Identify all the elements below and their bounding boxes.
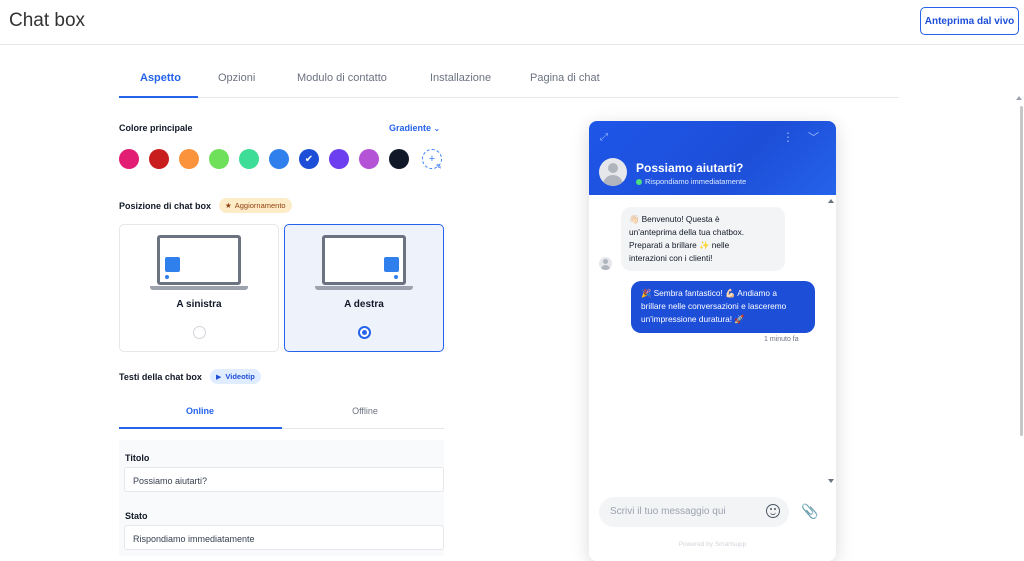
tab-installazione[interactable]: Installazione bbox=[430, 72, 491, 84]
upgrade-badge-label: Aggiornamento bbox=[234, 201, 286, 210]
settings-tabs: Aspetto Opzioni Modulo di contatto Insta… bbox=[119, 60, 899, 98]
paperclip-icon[interactable]: 📎 bbox=[801, 503, 818, 520]
user-message: 🎉 Sembra fantastico! 💪🏻 Andiamo a brilla… bbox=[631, 281, 815, 333]
color-swatch[interactable] bbox=[179, 149, 199, 169]
chat-scroll-up-icon[interactable] bbox=[828, 199, 834, 203]
expand-icon[interactable]: ⤢ bbox=[600, 132, 612, 144]
color-swatch[interactable] bbox=[269, 149, 289, 169]
plus-icon: + bbox=[428, 153, 436, 165]
position-section-label: Posizione di chat box bbox=[119, 201, 212, 211]
laptop-base bbox=[150, 286, 248, 290]
laptop-right-icon bbox=[322, 235, 406, 285]
title-input[interactable]: Possiamo aiutarti? bbox=[124, 467, 444, 492]
chat-preview-window: ⤢ ⋮ ﹀ Possiamo aiutarti? Rispondiamo imm… bbox=[589, 121, 836, 561]
bot-message: 👋🏻 Benvenuto! Questa è un'anteprima dell… bbox=[621, 207, 785, 271]
texts-section-label: Testi della chat box bbox=[119, 372, 202, 382]
star-icon: ★ bbox=[225, 201, 232, 210]
bot-message-line: 👋🏻 Benvenuto! Questa è bbox=[629, 214, 720, 224]
color-swatch[interactable]: ✔ bbox=[299, 149, 319, 169]
message-input[interactable]: Scrivi il tuo messaggio qui bbox=[599, 497, 789, 527]
chevron-down-icon: ⌄ bbox=[433, 124, 441, 133]
powered-by: Powered by Smartsupp bbox=[678, 541, 747, 548]
gradient-dropdown[interactable]: Gradiente ⌄ bbox=[389, 123, 440, 133]
emoji-icon[interactable] bbox=[766, 504, 780, 518]
tab-modulo-di-contatto[interactable]: Modulo di contatto bbox=[297, 72, 387, 84]
active-tab-underline bbox=[119, 96, 198, 98]
chevron-down-icon[interactable]: ﹀ bbox=[808, 129, 819, 145]
bot-message-line: Preparati a brillare ✨ nelle bbox=[629, 240, 730, 250]
play-icon: ▶ bbox=[216, 373, 222, 381]
pencil-icon: ✎ bbox=[436, 164, 442, 171]
avatar-head bbox=[603, 259, 608, 264]
bot-message-line: un'anteprima della tua chatbox. bbox=[629, 227, 745, 237]
tab-opzioni[interactable]: Opzioni bbox=[218, 72, 255, 84]
text-subtabs: Online Offline bbox=[119, 397, 444, 429]
chat-widget-square bbox=[165, 257, 180, 272]
color-section-label: Colore principale bbox=[119, 123, 193, 133]
laptop-left-icon bbox=[157, 235, 241, 285]
chat-widget-dot bbox=[394, 275, 398, 279]
tab-pagina-di-chat[interactable]: Pagina di chat bbox=[530, 72, 600, 84]
gradient-label: Gradiente bbox=[389, 123, 432, 133]
radio-left[interactable] bbox=[193, 326, 206, 339]
upgrade-badge[interactable]: ★ Aggiornamento bbox=[219, 198, 292, 213]
user-message-line: 🎉 Sembra fantastico! 💪🏻 Andiamo a bbox=[641, 288, 777, 298]
online-status-dot bbox=[636, 179, 642, 185]
agent-avatar bbox=[599, 257, 612, 270]
chat-status: Rispondiamo immediatamente bbox=[645, 177, 747, 186]
user-message-line: un'impressione duratura! 🚀 bbox=[641, 314, 745, 324]
title-field-label: Titolo bbox=[125, 453, 150, 463]
tab-aspetto[interactable]: Aspetto bbox=[140, 72, 181, 84]
texts-form: Titolo Possiamo aiutarti? Stato Rispondi… bbox=[119, 440, 444, 556]
top-bar: Chat box Anteprima dal vivo bbox=[0, 0, 1024, 45]
bot-message-line: interazioni con i clienti! bbox=[629, 253, 713, 263]
active-subtab-underline bbox=[119, 427, 282, 429]
page-scrollbar[interactable] bbox=[1016, 46, 1024, 556]
videotip-badge[interactable]: ▶ Videotip bbox=[210, 369, 261, 384]
color-swatch[interactable] bbox=[389, 149, 409, 169]
subtab-offline[interactable]: Offline bbox=[284, 406, 446, 416]
scroll-thumb[interactable] bbox=[1020, 106, 1023, 436]
scroll-up-arrow-icon[interactable] bbox=[1016, 96, 1022, 100]
position-option-right[interactable]: A destra bbox=[284, 224, 444, 352]
position-option-label: A destra bbox=[344, 299, 384, 310]
position-option-label: A sinistra bbox=[176, 299, 222, 310]
color-swatch[interactable] bbox=[359, 149, 379, 169]
avatar-body bbox=[601, 265, 610, 270]
more-vertical-icon[interactable]: ⋮ bbox=[782, 130, 794, 144]
color-swatch[interactable] bbox=[209, 149, 229, 169]
videotip-label: Videotip bbox=[225, 372, 255, 381]
color-swatch[interactable] bbox=[329, 149, 349, 169]
checkmark-icon: ✔ bbox=[304, 153, 314, 165]
live-preview-button[interactable]: Anteprima dal vivo bbox=[920, 7, 1019, 35]
chat-widget-square bbox=[384, 257, 399, 272]
chat-header: ⤢ ⋮ ﹀ Possiamo aiutarti? Rispondiamo imm… bbox=[589, 121, 836, 195]
color-swatch[interactable] bbox=[149, 149, 169, 169]
avatar-head bbox=[608, 163, 618, 173]
radio-right[interactable] bbox=[358, 326, 371, 339]
user-message-line: brillare nelle conversazioni e lasceremo bbox=[641, 301, 787, 311]
chat-title: Possiamo aiutarti? bbox=[636, 161, 744, 175]
status-input[interactable]: Rispondiamo immediatamente bbox=[124, 525, 444, 550]
subtab-online[interactable]: Online bbox=[119, 406, 281, 416]
avatar bbox=[599, 158, 627, 186]
status-field-label: Stato bbox=[125, 511, 148, 521]
color-swatch[interactable] bbox=[239, 149, 259, 169]
page-title: Chat box bbox=[9, 10, 86, 31]
position-option-left[interactable]: A sinistra bbox=[119, 224, 279, 352]
chat-widget-dot bbox=[165, 275, 169, 279]
color-swatch[interactable] bbox=[119, 149, 139, 169]
avatar-body bbox=[603, 175, 623, 186]
message-timestamp: 1 minuto fa bbox=[764, 336, 799, 343]
chat-scroll-down-icon[interactable] bbox=[828, 479, 834, 483]
laptop-base bbox=[315, 286, 413, 290]
